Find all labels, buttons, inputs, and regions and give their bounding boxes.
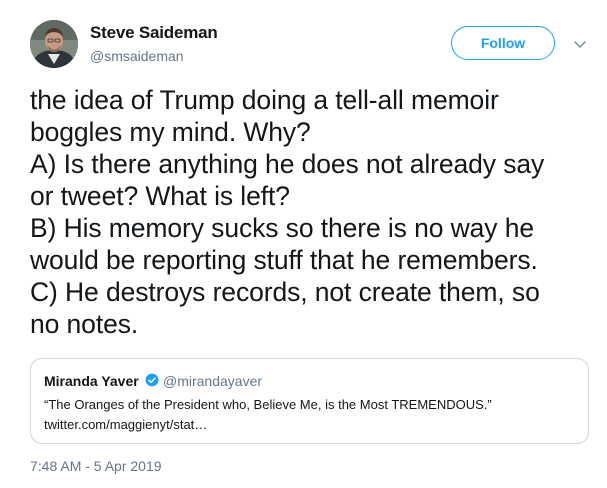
author-avatar[interactable] <box>30 20 78 68</box>
follow-button[interactable]: Follow <box>451 26 555 60</box>
tweet-text: the idea of Trump doing a tell-all memoi… <box>30 85 545 339</box>
quoted-author-handle: @mirandayaver <box>163 373 263 389</box>
quoted-tweet-link[interactable]: twitter.com/maggienyt/stat… <box>44 417 207 432</box>
more-options-chevron-down-icon[interactable] <box>572 36 588 52</box>
verified-badge-icon <box>145 373 159 387</box>
quoted-tweet-text: “The Oranges of the President who, Belie… <box>44 397 492 412</box>
author-handle[interactable]: @smsaideman <box>90 48 184 64</box>
tweet-timestamp[interactable]: 7:48 AM - 5 Apr 2019 <box>30 458 162 474</box>
author-name[interactable]: Steve Saideman <box>90 23 218 43</box>
quoted-tweet-card[interactable]: Miranda Yaver @mirandayaver “The Oranges… <box>30 358 589 444</box>
quoted-author-name: Miranda Yaver <box>44 373 139 389</box>
avatar-photo-icon <box>30 20 78 68</box>
